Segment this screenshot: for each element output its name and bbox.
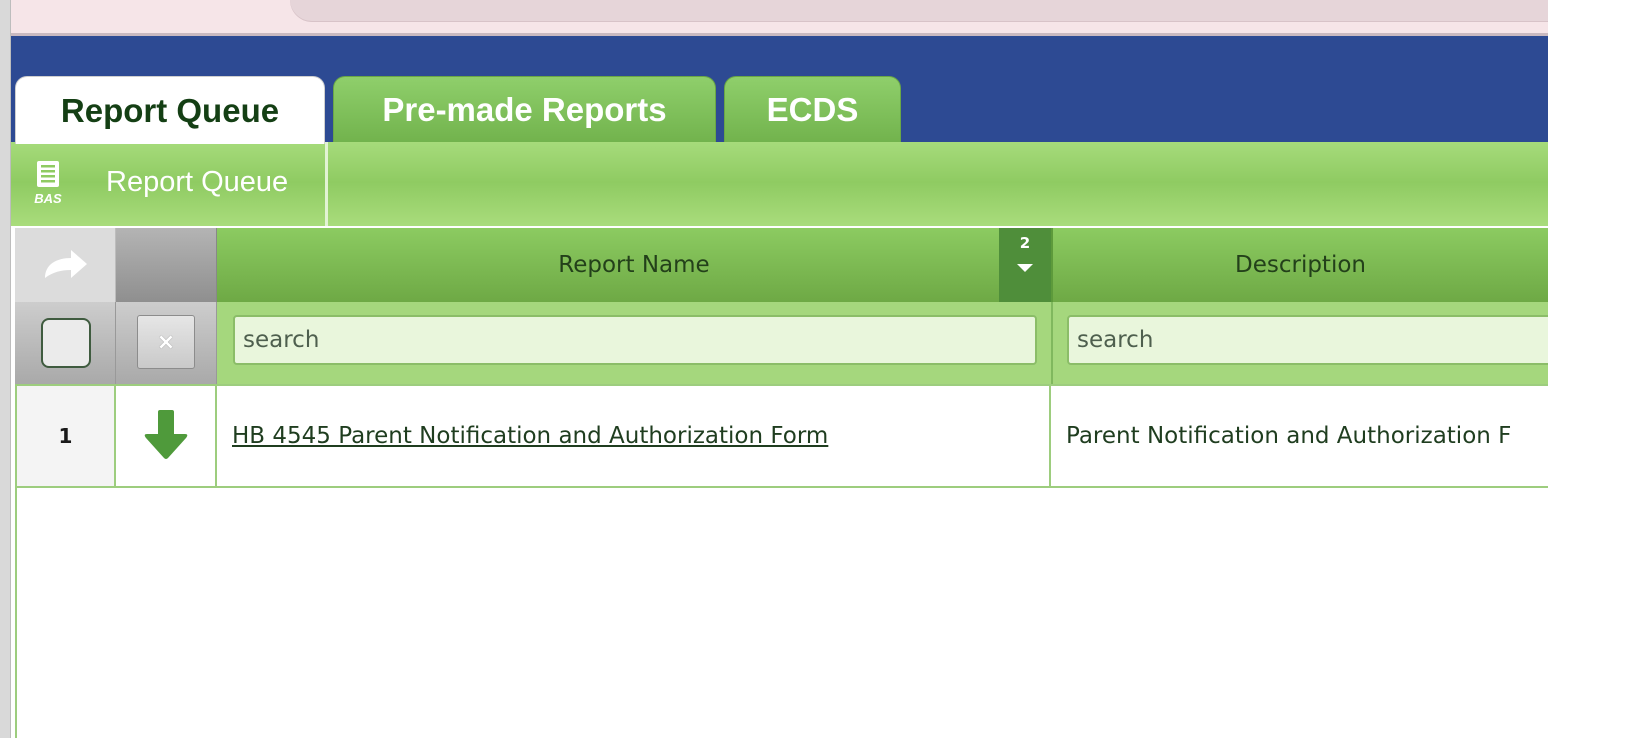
description-cell: Parent Notification and Authorization F (1051, 386, 1548, 486)
top-bar-shape (290, 0, 1548, 22)
table-row: 1 HB 4545 Parent Notification and Author… (15, 384, 1548, 488)
tab-label: ECDS (766, 90, 859, 128)
sort-indicator[interactable]: 2 (999, 228, 1051, 302)
toolbar-divider (325, 142, 328, 226)
left-window-edge (0, 0, 11, 738)
report-list-icon: BAS (33, 161, 63, 206)
report-name-search-input[interactable] (233, 315, 1037, 365)
row-number: 1 (15, 386, 116, 486)
report-link[interactable]: HB 4545 Parent Notification and Authoriz… (232, 423, 828, 449)
report-name-column-header[interactable]: Report Name (217, 228, 1051, 302)
table-header: Report Name 2 Description (15, 228, 1548, 302)
download-arrow-icon (144, 410, 187, 459)
column-label: Report Name (558, 252, 710, 278)
report-name-filter-cell (217, 302, 1051, 384)
share-button[interactable] (15, 228, 116, 302)
download-button[interactable] (116, 386, 217, 486)
select-all-cell (15, 302, 116, 384)
table-left-border (15, 488, 17, 738)
report-name-cell: HB 4545 Parent Notification and Authoriz… (217, 386, 1051, 486)
clear-filters-button[interactable]: × (137, 315, 195, 369)
icon-caption: BAS (34, 191, 62, 205)
sort-order: 2 (1019, 234, 1031, 252)
description-filter-cell (1051, 302, 1567, 384)
column-label: Description (1235, 252, 1366, 278)
viewport-edge (1548, 0, 1632, 738)
tab-pre-made-reports[interactable]: Pre-made Reports (333, 76, 716, 142)
tab-report-queue[interactable]: Report Queue (15, 76, 325, 144)
clear-filter-cell: × (116, 302, 217, 384)
header-blank-cell (116, 228, 217, 302)
description-text: Parent Notification and Authorization F (1066, 423, 1512, 449)
section-title: Report Queue (106, 166, 289, 198)
select-all-checkbox[interactable] (41, 318, 91, 368)
description-search-input[interactable] (1067, 315, 1567, 365)
tab-label: Report Queue (60, 91, 280, 129)
description-column-header[interactable]: Description (1051, 228, 1548, 302)
share-arrow-icon (45, 250, 87, 278)
filter-row: × (15, 302, 1567, 384)
close-icon: × (156, 329, 176, 355)
sort-down-icon (1017, 264, 1033, 272)
tab-ecds[interactable]: ECDS (724, 76, 901, 142)
tab-label: Pre-made Reports (382, 90, 667, 128)
